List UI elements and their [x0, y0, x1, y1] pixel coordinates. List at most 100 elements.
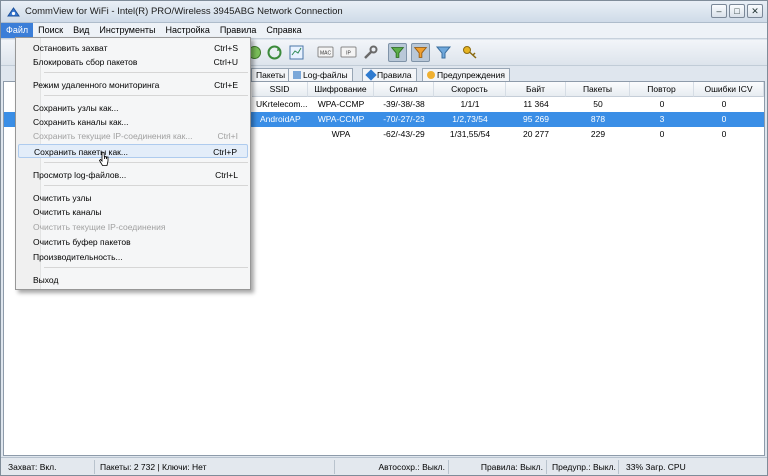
- menu-file[interactable]: Файл: [1, 23, 34, 38]
- cell-signal: -70/-27/-23: [383, 114, 425, 124]
- menu-item-save-nodes[interactable]: Сохранить узлы как...: [18, 101, 248, 115]
- file-menu-dropdown: Остановить захват Ctrl+S Блокировать сбо…: [15, 37, 251, 290]
- menu-item-clear-ip-connections: Очистить текущие IP-соединения: [18, 220, 248, 234]
- mac-alias-icon[interactable]: MAC: [316, 43, 335, 62]
- wrench-icon[interactable]: [361, 43, 380, 62]
- menu-search[interactable]: Поиск: [33, 23, 68, 38]
- tab-packets[interactable]: Пакеты: [251, 68, 291, 81]
- status-alerts: Предупр.: Выкл.: [549, 460, 619, 474]
- menu-item-label: Сохранить узлы как...: [33, 103, 119, 113]
- tab-logfiles-label: Log-файлы: [303, 70, 348, 80]
- menu-item-label: Остановить захват: [33, 43, 108, 53]
- filter-funnel-orange-icon[interactable]: [411, 43, 430, 62]
- menu-separator: [44, 72, 248, 73]
- column-bytes[interactable]: Байт: [506, 82, 566, 97]
- filter-funnel-icon[interactable]: [388, 43, 407, 62]
- report-icon[interactable]: [287, 43, 306, 62]
- close-button[interactable]: ✕: [747, 4, 763, 18]
- ip-alias-icon[interactable]: IP: [339, 43, 358, 62]
- cell-rate: 1/31,55/54: [449, 129, 491, 139]
- menu-view[interactable]: Вид: [68, 23, 94, 38]
- menu-separator: [44, 185, 248, 186]
- menu-item-label: Режим удаленного мониторинга: [33, 80, 160, 90]
- cell-encryption: WPA-CCMP: [317, 114, 365, 124]
- column-icv-errors[interactable]: Ошибки ICV: [694, 82, 764, 97]
- tab-logfiles[interactable]: Log-файлы: [288, 68, 353, 81]
- menu-item-clear-nodes[interactable]: Очистить узлы: [18, 191, 248, 205]
- cell-retry: 3: [659, 114, 665, 124]
- menu-item-save-packets[interactable]: Сохранить пакеты как... Ctrl+P: [18, 144, 248, 158]
- menu-item-label: Сохранить пакеты как...: [34, 147, 128, 157]
- cell-packets: 229: [590, 129, 606, 139]
- cell-icv: 0: [721, 129, 727, 139]
- menu-rules[interactable]: Правила: [215, 23, 262, 38]
- menu-item-save-channels[interactable]: Сохранить каналы как...: [18, 115, 248, 129]
- column-retry[interactable]: Повтор: [630, 82, 694, 97]
- menu-item-clear-packet-buffer[interactable]: Очистить буфер пакетов: [18, 235, 248, 249]
- menu-item-exit[interactable]: Выход: [18, 273, 248, 287]
- tab-alerts-label: Предупреждения: [437, 70, 505, 80]
- menu-item-shortcut: Ctrl+P: [213, 147, 237, 157]
- menu-item-label: Сохранить каналы как...: [33, 117, 129, 127]
- menu-settings[interactable]: Настройка: [161, 23, 215, 38]
- menu-item-remote-monitoring[interactable]: Режим удаленного мониторинга Ctrl+E: [18, 78, 248, 92]
- window-title: CommView for WiFi - Intel(R) PRO/Wireles…: [25, 6, 343, 17]
- column-rate[interactable]: Скорость: [434, 82, 506, 97]
- column-signal[interactable]: Сигнал: [374, 82, 434, 97]
- cell-signal: -39/-38/-38: [383, 99, 425, 109]
- cell-packets: 50: [593, 99, 603, 109]
- menu-item-label: Производительность...: [33, 252, 123, 262]
- filter-funnel-blue-icon[interactable]: [434, 43, 453, 62]
- mouse-cursor-icon: [98, 151, 109, 166]
- menu-item-label: Выход: [33, 275, 59, 285]
- tab-packets-label: Пакеты: [256, 70, 286, 80]
- menu-item-stop-capture[interactable]: Остановить захват Ctrl+S: [18, 41, 248, 55]
- minimize-button[interactable]: –: [711, 4, 727, 18]
- menu-item-clear-channels[interactable]: Очистить каналы: [18, 205, 248, 219]
- cell-icv: 0: [721, 114, 727, 124]
- cell-retry: 0: [659, 129, 665, 139]
- cell-icv: 0: [721, 99, 727, 109]
- column-ssid[interactable]: SSID: [252, 82, 308, 97]
- column-encryption[interactable]: Шифрование: [308, 82, 374, 97]
- cell-rate: 1/1/1: [460, 99, 480, 109]
- status-cpu: 33% Загр. CPU: [626, 462, 686, 472]
- status-capture: Захват: Вкл.: [5, 460, 95, 474]
- app-icon: [7, 7, 20, 17]
- cell-encryption: WPA: [331, 129, 351, 139]
- alert-icon: [427, 71, 435, 79]
- svg-text:IP: IP: [346, 51, 351, 57]
- tab-alerts[interactable]: Предупреждения: [422, 68, 510, 81]
- tab-rules[interactable]: Правила: [362, 68, 417, 81]
- cell-bytes: 11 364: [523, 99, 549, 109]
- menu-item-block-packets[interactable]: Блокировать сбор пакетов Ctrl+U: [18, 55, 248, 69]
- title-bar[interactable]: CommView for WiFi - Intel(R) PRO/Wireles…: [1, 1, 767, 23]
- menu-help[interactable]: Справка: [261, 23, 306, 38]
- rules-icon: [365, 69, 377, 81]
- menu-tools[interactable]: Инструменты: [94, 23, 160, 38]
- cell-signal: -62/-43/-29: [383, 129, 425, 139]
- menu-item-shortcut: Ctrl+I: [217, 131, 238, 141]
- menu-item-view-logs[interactable]: Просмотр log-файлов... Ctrl+L: [18, 168, 248, 182]
- tab-rules-label: Правила: [377, 70, 412, 80]
- cell-bytes: 95 269: [523, 114, 549, 124]
- maximize-button[interactable]: □: [729, 4, 745, 18]
- key-icon[interactable]: [461, 43, 480, 62]
- refresh-icon[interactable]: [265, 43, 284, 62]
- menu-item-label: Очистить каналы: [33, 207, 102, 217]
- cell-encryption: WPA-CCMP: [317, 99, 365, 109]
- cell-rate: 1/2,73/54: [452, 114, 488, 124]
- menu-item-label: Очистить буфер пакетов: [33, 237, 131, 247]
- menu-separator: [44, 267, 248, 268]
- menu-item-save-ip-connections: Сохранить текущие IP-соединения как... C…: [18, 129, 248, 143]
- status-rules: Правила: Выкл.: [451, 460, 547, 474]
- cell-retry: 0: [659, 99, 665, 109]
- cell-ssid: UKrtelecom...: [256, 99, 308, 109]
- menu-separator: [44, 95, 248, 96]
- status-autosave: Автосохр.: Выкл.: [337, 460, 449, 474]
- column-packets[interactable]: Пакеты: [566, 82, 630, 97]
- menu-item-performance[interactable]: Производительность...: [18, 250, 248, 264]
- menu-item-shortcut: Ctrl+S: [214, 43, 238, 53]
- menu-separator: [44, 162, 248, 163]
- logfile-icon: [293, 71, 301, 79]
